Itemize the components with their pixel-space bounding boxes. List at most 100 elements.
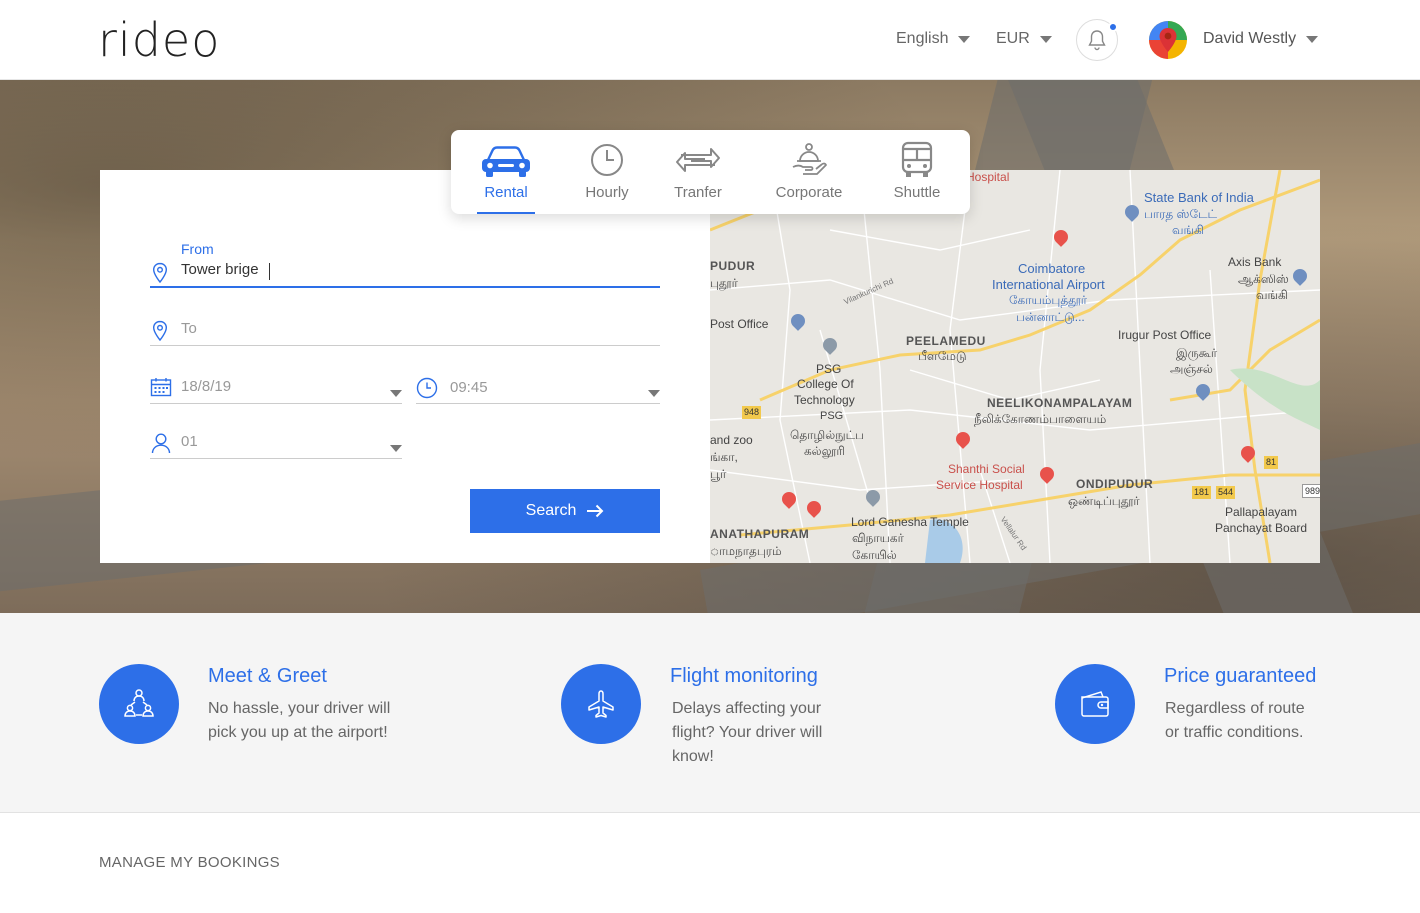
- person-icon: [151, 433, 171, 454]
- transfer-arrows-icon: [676, 148, 720, 172]
- user-name-label: David Westly: [1203, 30, 1297, 47]
- text-cursor: [269, 263, 270, 280]
- map-label: அஞ்சல்: [1170, 362, 1213, 376]
- time-field[interactable]: 09:45: [416, 376, 660, 404]
- map-route-shield: 81: [1264, 456, 1279, 469]
- from-input-value: Tower brige: [181, 261, 259, 278]
- tab-hourly[interactable]: Hourly: [581, 140, 633, 214]
- map-label: விநாயகர்: [852, 531, 904, 545]
- tab-corporate[interactable]: Corporate: [769, 140, 849, 214]
- search-button-label: Search: [525, 502, 577, 519]
- map-label: International Airport: [992, 277, 1105, 292]
- top-header: rideo English EUR David Westly: [0, 0, 1420, 80]
- route-map[interactable]: Hospital State Bank of India பாரத ஸ்டேட்…: [710, 170, 1320, 563]
- flight-monitoring-badge: [561, 664, 641, 744]
- map-route-shield: 989: [1302, 484, 1320, 498]
- map-label: கோயம்புத்தூர்: [1009, 293, 1088, 307]
- language-selector[interactable]: English: [896, 30, 971, 48]
- feature-description: Delays affecting your flight? Your drive…: [672, 697, 822, 769]
- chevron-down-icon: [648, 390, 660, 397]
- map-label: வங்கி: [1172, 223, 1204, 237]
- map-label: State Bank of India: [1144, 190, 1254, 205]
- time-value: 09:45: [450, 379, 488, 396]
- passengers-field[interactable]: 01: [150, 431, 402, 459]
- features-section: Meet & Greet No hassle, your driver will…: [0, 613, 1420, 813]
- map-label: வங்கி: [1256, 288, 1288, 302]
- chevron-down-icon: [390, 390, 402, 397]
- wallet-icon: [1081, 691, 1109, 717]
- bus-icon: [901, 141, 933, 177]
- map-label: நீலிக்கோணம்பாளையம்: [974, 412, 1107, 426]
- map-label: கல்லூரி: [804, 444, 845, 458]
- map-label: பீளமேடு: [918, 349, 967, 363]
- tab-shuttle[interactable]: Shuttle: [889, 140, 945, 214]
- map-label: College Of: [797, 377, 854, 391]
- map-label: ANATHAPURAM: [710, 527, 810, 541]
- to-field[interactable]: To: [150, 318, 660, 346]
- map-label: பூர்: [710, 467, 727, 481]
- map-label: கோயில்: [852, 548, 897, 562]
- from-field[interactable]: Tower brige: [150, 260, 660, 288]
- map-label: ONDIPUDUR: [1076, 477, 1154, 491]
- map-label: Coimbatore: [1018, 261, 1086, 276]
- map-label: Panchayat Board: [1215, 521, 1308, 535]
- feature-line: know!: [672, 748, 714, 765]
- map-label: Shanthi Social: [948, 462, 1025, 476]
- currency-label: EUR: [996, 30, 1030, 47]
- tab-label: Shuttle: [893, 184, 941, 201]
- feature-title: Price guaranteed: [1164, 665, 1317, 687]
- map-label: Hospital: [966, 170, 1010, 184]
- booking-form: From Tower brige To 18/8/19 09:45 01 Sea…: [100, 170, 710, 563]
- map-label: பாரத ஸ்டேட்: [1144, 207, 1218, 221]
- notifications-button[interactable]: [1076, 19, 1118, 61]
- passengers-value: 01: [181, 433, 198, 450]
- meet-greet-badge: [99, 664, 179, 744]
- location-pin-icon: [152, 320, 168, 342]
- map-label: ங்கா,: [710, 450, 738, 464]
- tab-transfer[interactable]: Tranfer: [669, 140, 727, 214]
- map-label: Technology: [794, 393, 855, 407]
- tab-rental[interactable]: Rental: [477, 140, 535, 214]
- arrow-right-icon: [587, 504, 604, 518]
- manage-bookings-link[interactable]: MANAGE MY BOOKINGS: [99, 854, 280, 871]
- calendar-icon: [150, 378, 172, 397]
- map-route-shield: 948: [742, 406, 762, 419]
- date-value: 18/8/19: [181, 378, 232, 395]
- search-button[interactable]: Search: [470, 489, 660, 533]
- notification-badge: [1108, 22, 1118, 32]
- airplane-icon: [588, 690, 614, 718]
- map-label: Service Hospital: [936, 478, 1023, 492]
- map-label: and zoo: [710, 433, 753, 447]
- map-label: Lord Ganesha Temple: [851, 515, 969, 529]
- map-label: ஒண்டிப்புதூர்: [1068, 494, 1140, 508]
- avatar[interactable]: [1148, 20, 1188, 60]
- map-label: இருகூர்: [1176, 346, 1218, 360]
- map-label: Pallapalayam: [1225, 505, 1298, 519]
- currency-selector[interactable]: EUR: [996, 30, 1052, 48]
- feature-line: No hassle, your driver will: [208, 700, 391, 717]
- bell-icon: [1088, 30, 1106, 51]
- date-field[interactable]: 18/8/19: [150, 376, 402, 404]
- map-label: Irugur Post Office: [1118, 328, 1212, 342]
- tab-label: Corporate: [775, 184, 843, 201]
- tab-label: Hourly: [585, 184, 629, 201]
- feature-line: or traffic conditions.: [1165, 724, 1304, 741]
- meet-greet-icon: [124, 689, 154, 717]
- clock-icon: [416, 377, 438, 399]
- map-label: PSG: [816, 362, 842, 376]
- price-guaranteed-badge: [1055, 664, 1135, 744]
- map-label: Axis Bank: [1228, 255, 1282, 269]
- car-icon: [482, 146, 530, 177]
- map-label: Post Office: [710, 317, 769, 331]
- hero-section: From Tower brige To 18/8/19 09:45 01 Sea…: [0, 80, 1420, 613]
- feature-title: Flight monitoring: [670, 665, 818, 687]
- chevron-down-icon: [1306, 35, 1319, 43]
- hand-service-icon: [792, 143, 827, 175]
- chevron-down-icon: [958, 35, 971, 43]
- feature-line: Delays affecting your: [672, 700, 822, 717]
- user-menu[interactable]: David Westly: [1203, 30, 1319, 48]
- feature-description: No hassle, your driver will pick you up …: [208, 697, 390, 745]
- map-route-shield: 544: [1216, 486, 1236, 499]
- feature-title: Meet & Greet: [208, 665, 327, 687]
- rideo-logo[interactable]: rideo: [98, 12, 220, 68]
